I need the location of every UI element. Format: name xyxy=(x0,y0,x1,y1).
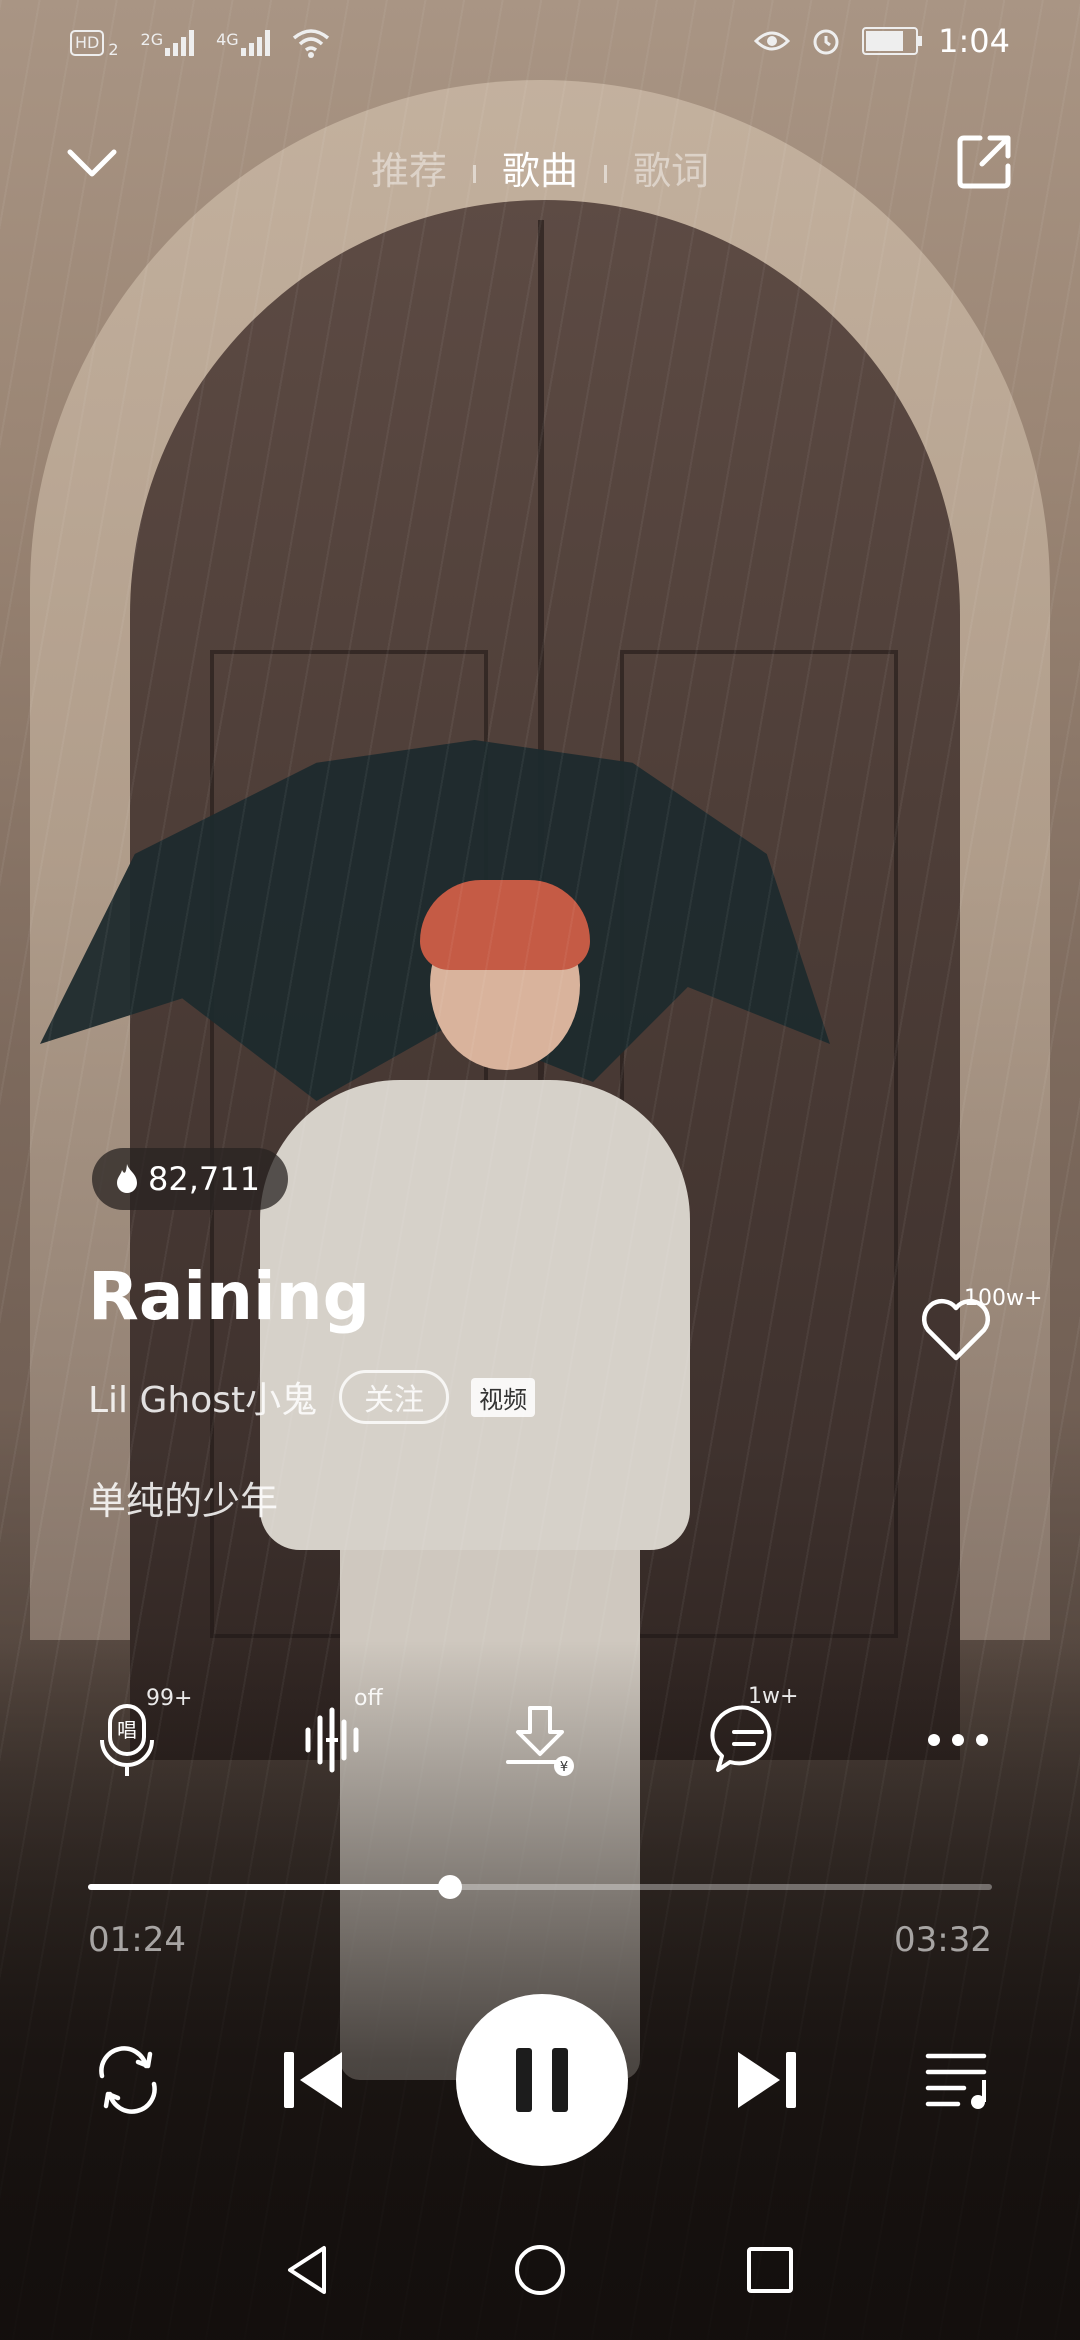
hot-count: 82,711 xyxy=(148,1160,260,1198)
microphone-icon: 唱 xyxy=(100,1704,154,1776)
tab-lyrics[interactable]: 歌词 xyxy=(607,140,735,195)
wifi-icon xyxy=(292,28,329,58)
hd-badge: HD xyxy=(70,29,105,56)
person-image xyxy=(420,880,590,970)
svg-text:¥: ¥ xyxy=(560,1760,568,1775)
svg-text:唱: 唱 xyxy=(117,1718,137,1742)
previous-icon[interactable] xyxy=(270,2038,354,2122)
video-tag[interactable]: 视频 xyxy=(471,1377,536,1417)
share-icon[interactable] xyxy=(954,132,1014,192)
signal-icon xyxy=(240,29,270,56)
sound-effect-button[interactable]: off xyxy=(298,1686,383,1780)
download-icon: ¥ xyxy=(506,1706,574,1776)
fire-icon xyxy=(117,1164,137,1193)
action-row: 唱 99+ off ¥ 1w+ xyxy=(0,1684,1080,1820)
more-icon xyxy=(928,1734,988,1746)
more-button[interactable] xyxy=(918,1700,998,1780)
battery-icon xyxy=(862,27,923,55)
comment-icon xyxy=(710,1705,772,1772)
like-count: 100w+ xyxy=(964,1286,1043,1311)
album-name[interactable]: 单纯的少年 xyxy=(88,1470,278,1525)
follow-button[interactable]: 关注 xyxy=(339,1370,450,1424)
comment-button[interactable]: 1w+ xyxy=(708,1684,798,1780)
tab-recommend[interactable]: 推荐 xyxy=(345,140,473,195)
comment-badge: 1w+ xyxy=(748,1684,799,1709)
next-icon[interactable] xyxy=(726,2038,810,2122)
system-nav-bar xyxy=(0,2210,1080,2340)
home-icon[interactable] xyxy=(510,2240,570,2300)
progress-fill xyxy=(88,1884,450,1890)
signal-icon xyxy=(165,29,195,56)
sing-badge: 99+ xyxy=(146,1686,193,1711)
recents-icon[interactable] xyxy=(740,2240,800,2300)
song-title: Raining xyxy=(88,1258,370,1335)
alarm-icon xyxy=(813,29,839,55)
status-bar: HD 2 2G 4G 1:04 xyxy=(0,0,1080,90)
net-2g-label: 2G xyxy=(140,29,164,49)
download-button[interactable]: ¥ xyxy=(500,1700,580,1780)
progress-bar[interactable] xyxy=(88,1875,992,1899)
eye-icon xyxy=(754,31,791,51)
playback-controls xyxy=(0,1990,1080,2170)
tab-bar: 推荐 歌曲 歌词 xyxy=(0,140,1080,195)
pause-icon xyxy=(516,2048,532,2112)
playlist-icon[interactable] xyxy=(918,2040,998,2120)
hot-count-badge[interactable]: 82,711 xyxy=(92,1148,288,1210)
effect-badge: off xyxy=(354,1686,383,1711)
artist-row: Lil Ghost小鬼 关注 视频 xyxy=(88,1370,536,1424)
sound-effect-icon xyxy=(305,1707,359,1773)
sing-button[interactable]: 唱 99+ xyxy=(88,1686,192,1780)
pause-button[interactable] xyxy=(456,1994,628,2166)
tab-song[interactable]: 歌曲 xyxy=(476,140,604,195)
current-time: 01:24 xyxy=(88,1920,186,1960)
net-4g-label: 4G xyxy=(216,29,239,49)
pause-icon xyxy=(552,2048,568,2112)
clock: 1:04 xyxy=(938,22,1010,60)
artist-name[interactable]: Lil Ghost小鬼 xyxy=(88,1371,317,1423)
sim2-label: 2 xyxy=(108,40,119,59)
back-icon[interactable] xyxy=(280,2240,340,2300)
player-header: 推荐 歌曲 歌词 xyxy=(0,120,1080,210)
progress-knob[interactable] xyxy=(437,1875,462,1899)
repeat-icon[interactable] xyxy=(88,2040,168,2120)
total-time: 03:32 xyxy=(894,1920,992,1960)
